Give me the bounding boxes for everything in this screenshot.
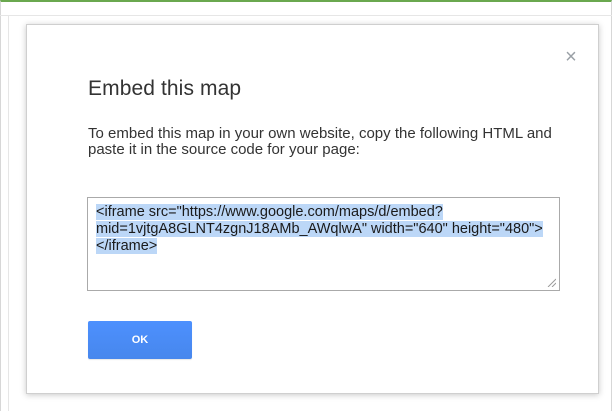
embed-code-textarea[interactable]: <iframe src="https://www.google.com/maps…: [87, 197, 560, 291]
resize-grip-icon[interactable]: [547, 278, 556, 287]
dialog-description: To embed this map in your own website, c…: [88, 125, 552, 158]
embed-map-dialog: × Embed this map To embed this map in yo…: [26, 24, 599, 394]
close-button[interactable]: ×: [562, 46, 580, 68]
embed-code-selection[interactable]: <iframe src="https://www.google.com/maps…: [96, 204, 543, 254]
embed-code-text[interactable]: <iframe src="https://www.google.com/maps…: [96, 204, 552, 255]
divider: [0, 15, 612, 16]
close-icon[interactable]: ×: [565, 46, 577, 68]
ok-button[interactable]: OK: [88, 321, 192, 359]
dialog-title: Embed this map: [88, 77, 242, 100]
divider: [8, 15, 9, 411]
